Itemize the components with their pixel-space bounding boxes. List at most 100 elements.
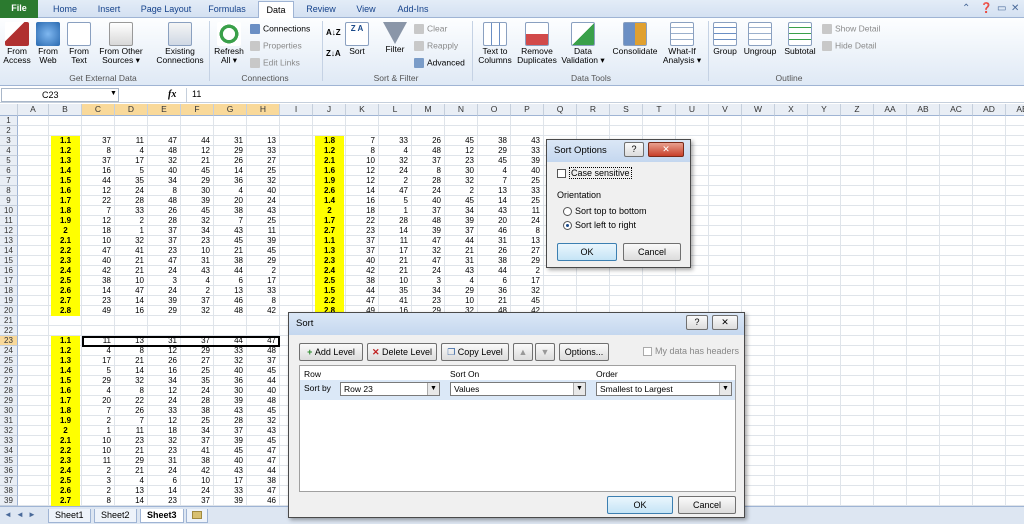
row-header-36[interactable]: 36 — [0, 466, 18, 476]
label-cell[interactable]: 2.8 — [51, 306, 80, 316]
value-cell[interactable]: 13 — [247, 136, 280, 146]
value-cell[interactable]: 16 — [115, 306, 148, 316]
value-cell[interactable]: 45 — [247, 406, 280, 416]
row-header-15[interactable]: 15 — [0, 256, 18, 266]
hide-detail-button[interactable]: Hide Detail — [822, 41, 877, 51]
column-header-ac[interactable]: AC — [940, 104, 973, 116]
row-header-6[interactable]: 6 — [0, 166, 18, 176]
value-cell[interactable]: 13 — [478, 186, 511, 196]
value-cell[interactable]: 32 — [412, 246, 445, 256]
value-cell[interactable]: 2 — [115, 216, 148, 226]
filter-button[interactable]: Filter — [380, 22, 410, 54]
value-cell[interactable]: 4 — [82, 386, 115, 396]
options-cancel-button[interactable]: Cancel — [623, 243, 681, 261]
value-cell[interactable]: 14 — [115, 366, 148, 376]
select-all-corner[interactable] — [0, 104, 18, 116]
value-cell[interactable]: 4 — [181, 276, 214, 286]
label-cell[interactable]: 1.5 — [315, 286, 344, 296]
value-cell[interactable]: 23 — [115, 436, 148, 446]
value-cell[interactable]: 32 — [148, 436, 181, 446]
value-cell[interactable]: 8 — [412, 166, 445, 176]
label-cell[interactable]: 2.1 — [315, 156, 344, 166]
row-header-5[interactable]: 5 — [0, 156, 18, 166]
label-cell[interactable]: 2.4 — [51, 466, 80, 476]
value-cell[interactable]: 12 — [148, 386, 181, 396]
value-cell[interactable]: 45 — [247, 366, 280, 376]
value-cell[interactable]: 29 — [247, 256, 280, 266]
column-header-f[interactable]: F — [181, 104, 214, 116]
tab-home[interactable]: Home — [46, 1, 84, 18]
value-cell[interactable]: 8 — [82, 496, 115, 506]
row-header-12[interactable]: 12 — [0, 226, 18, 236]
column-header-z[interactable]: Z — [841, 104, 874, 116]
value-cell[interactable]: 29 — [148, 306, 181, 316]
sort-descending-button[interactable]: Z↓A — [326, 49, 341, 59]
column-header-v[interactable]: V — [709, 104, 742, 116]
value-cell[interactable]: 37 — [346, 236, 379, 246]
value-cell[interactable]: 8 — [346, 146, 379, 156]
value-cell[interactable]: 37 — [181, 436, 214, 446]
value-cell[interactable]: 48 — [412, 146, 445, 156]
value-cell[interactable]: 28 — [379, 216, 412, 226]
row-header-32[interactable]: 32 — [0, 426, 18, 436]
row-header-1[interactable]: 1 — [0, 116, 18, 126]
value-cell[interactable]: 2 — [82, 466, 115, 476]
value-cell[interactable]: 45 — [247, 246, 280, 256]
label-cell[interactable]: 1.2 — [51, 346, 80, 356]
value-cell[interactable]: 21 — [115, 446, 148, 456]
value-cell[interactable]: 30 — [181, 186, 214, 196]
sort-on-select[interactable]: Values ▼ — [450, 382, 586, 396]
label-cell[interactable]: 1.6 — [315, 166, 344, 176]
column-header-r[interactable]: R — [577, 104, 610, 116]
edit-links-button[interactable]: Edit Links — [250, 58, 300, 68]
row-header-17[interactable]: 17 — [0, 276, 18, 286]
column-header-n[interactable]: N — [445, 104, 478, 116]
value-cell[interactable]: 23 — [181, 236, 214, 246]
column-header-i[interactable]: I — [280, 104, 313, 116]
value-cell[interactable]: 40 — [82, 256, 115, 266]
value-cell[interactable]: 29 — [181, 346, 214, 356]
what-if-analysis-button[interactable]: What-If Analysis ▾ — [661, 22, 703, 65]
value-cell[interactable]: 42 — [181, 466, 214, 476]
value-cell[interactable]: 47 — [247, 446, 280, 456]
value-cell[interactable]: 47 — [412, 256, 445, 266]
value-cell[interactable]: 38 — [214, 206, 247, 216]
value-cell[interactable]: 47 — [115, 286, 148, 296]
label-cell[interactable]: 1.3 — [51, 356, 80, 366]
value-cell[interactable]: 37 — [412, 156, 445, 166]
value-cell[interactable]: 11 — [379, 236, 412, 246]
value-cell[interactable]: 29 — [82, 376, 115, 386]
value-cell[interactable]: 38 — [247, 476, 280, 486]
label-cell[interactable]: 1.4 — [51, 166, 80, 176]
value-cell[interactable]: 48 — [148, 196, 181, 206]
value-cell[interactable]: 48 — [247, 396, 280, 406]
row-header-30[interactable]: 30 — [0, 406, 18, 416]
value-cell[interactable]: 28 — [181, 396, 214, 406]
label-cell[interactable]: 2.5 — [51, 476, 80, 486]
value-cell[interactable]: 47 — [148, 136, 181, 146]
value-cell[interactable]: 18 — [148, 426, 181, 436]
value-cell[interactable]: 22 — [346, 216, 379, 226]
value-cell[interactable]: 48 — [148, 146, 181, 156]
column-header-a[interactable]: A — [18, 104, 49, 116]
value-cell[interactable]: 28 — [148, 216, 181, 226]
label-cell[interactable]: 1.6 — [51, 386, 80, 396]
from-access-button[interactable]: From Access — [2, 22, 32, 65]
row-header-34[interactable]: 34 — [0, 446, 18, 456]
tab-page-layout[interactable]: Page Layout — [134, 1, 198, 18]
label-cell[interactable]: 1.7 — [51, 396, 80, 406]
value-cell[interactable]: 44 — [478, 266, 511, 276]
value-cell[interactable]: 45 — [511, 296, 544, 306]
row-header-39[interactable]: 39 — [0, 496, 18, 506]
value-cell[interactable]: 21 — [478, 296, 511, 306]
value-cell[interactable]: 13 — [511, 236, 544, 246]
value-cell[interactable]: 36 — [478, 286, 511, 296]
value-cell[interactable]: 11 — [115, 136, 148, 146]
value-cell[interactable]: 26 — [115, 406, 148, 416]
label-cell[interactable]: 1.8 — [51, 406, 80, 416]
value-cell[interactable]: 33 — [511, 146, 544, 156]
value-cell[interactable]: 33 — [247, 146, 280, 156]
row-header-38[interactable]: 38 — [0, 486, 18, 496]
value-cell[interactable]: 39 — [214, 436, 247, 446]
label-cell[interactable]: 2.4 — [51, 266, 80, 276]
